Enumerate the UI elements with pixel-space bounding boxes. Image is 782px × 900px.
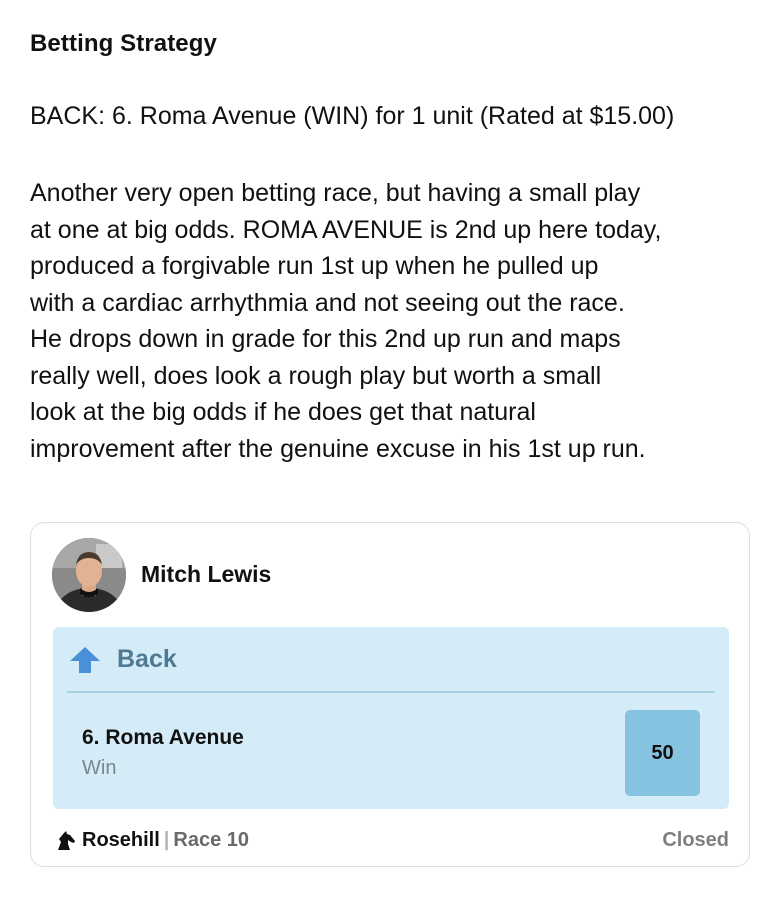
race-number: Race 10 bbox=[173, 829, 250, 851]
analysis-line: produced a forgivable run 1st up when he… bbox=[30, 252, 599, 280]
bet-direction-label: Back bbox=[117, 645, 177, 673]
tipster-name[interactable]: Mitch Lewis bbox=[141, 561, 271, 588]
analysis-line: He drops down in grade for this 2nd up r… bbox=[30, 325, 621, 353]
race-venue[interactable]: Rosehill | Race 10 bbox=[82, 829, 249, 852]
analysis-line: really well, does look a rough play but … bbox=[30, 361, 602, 390]
bet-panel: Back 6. Roma Avenue Win 50 bbox=[53, 627, 729, 809]
venue-name: Rosehill bbox=[82, 829, 160, 851]
analysis-line: improvement after the genuine excuse in … bbox=[30, 434, 646, 463]
section-heading: Betting Strategy bbox=[30, 30, 217, 57]
status-badge: Closed bbox=[662, 829, 729, 851]
odds-button[interactable]: 50 bbox=[625, 710, 700, 796]
tip-card[interactable]: Mitch Lewis Back 6. Roma Avenue Win 50 R… bbox=[30, 522, 750, 867]
card-footer: Rosehill | Race 10 Closed bbox=[53, 828, 729, 856]
divider bbox=[67, 691, 715, 693]
bet-type: Win bbox=[82, 757, 117, 779]
analysis-line: at one at big odds. ROMA AVENUE is 2nd u… bbox=[30, 215, 662, 244]
person-photo-icon bbox=[52, 538, 126, 612]
avatar[interactable] bbox=[52, 538, 126, 612]
horse-head-icon bbox=[58, 831, 75, 850]
back-recommendation: BACK: 6. Roma Avenue (WIN) for 1 unit (R… bbox=[30, 102, 675, 130]
selection-name: 6. Roma Avenue bbox=[82, 726, 244, 749]
analysis-paragraph: Another very open betting race, but havi… bbox=[30, 175, 760, 467]
analysis-line: Another very open betting race, but havi… bbox=[30, 179, 641, 207]
separator: | bbox=[163, 829, 170, 851]
analysis-line: with a cardiac arrhythmia and not seeing… bbox=[30, 288, 625, 317]
arrow-up-icon bbox=[70, 647, 100, 673]
analysis-line: look at the big odds if he does get that… bbox=[30, 398, 536, 426]
